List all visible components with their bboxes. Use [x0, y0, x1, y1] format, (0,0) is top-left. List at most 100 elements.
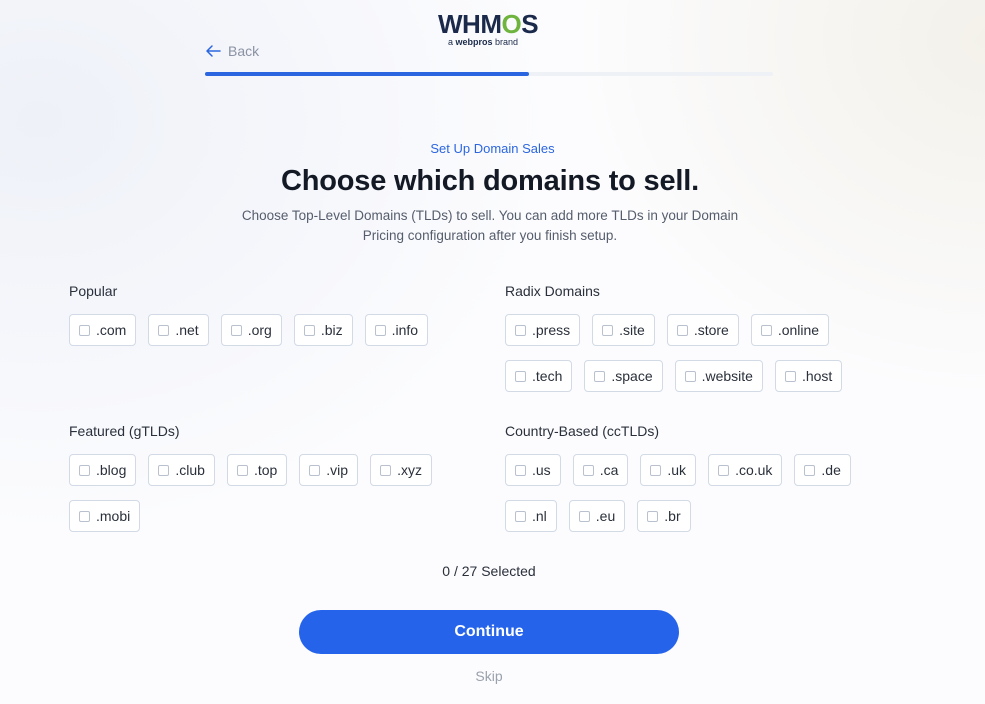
- tld-chip[interactable]: .blog: [69, 454, 137, 486]
- tld-label: .net: [175, 322, 199, 338]
- tld-label: .online: [777, 322, 820, 338]
- tld-chip[interactable]: .mobi: [69, 500, 141, 532]
- tld-label: .host: [801, 368, 833, 384]
- tld-chip[interactable]: .us: [505, 454, 561, 486]
- back-button[interactable]: Back: [205, 43, 259, 59]
- tld-chip[interactable]: .host: [774, 360, 843, 392]
- tld-chip[interactable]: .site: [592, 314, 655, 346]
- tld-label: .mobi: [96, 508, 131, 524]
- tld-chip[interactable]: .space: [584, 360, 663, 392]
- tld-chip[interactable]: .eu: [568, 500, 626, 532]
- tld-chip-list: .blog .club .top .vip .xyz .mobi: [69, 454, 469, 532]
- group-label: Country-Based (ccTLDs): [505, 423, 660, 439]
- tld-chip[interactable]: .ca: [572, 454, 629, 486]
- continue-button[interactable]: Continue: [299, 610, 679, 654]
- tld-label: .blog: [96, 462, 127, 478]
- checkbox[interactable]: [784, 370, 796, 382]
- group-label: Popular: [69, 283, 118, 299]
- checkbox[interactable]: [650, 464, 662, 476]
- tld-chip[interactable]: .top: [226, 454, 288, 486]
- checkbox[interactable]: [309, 464, 321, 476]
- tld-chip[interactable]: .net: [148, 314, 209, 346]
- tld-label: .com: [96, 322, 127, 338]
- tld-chip[interactable]: .club: [148, 454, 215, 486]
- gear-icon: O: [501, 9, 522, 39]
- tld-label: .us: [532, 462, 551, 478]
- group-country: Country-Based (ccTLDs) .us .ca .uk .co.uk .d…: [505, 423, 905, 532]
- tld-chip[interactable]: .tech: [505, 360, 573, 392]
- tld-chip[interactable]: .org: [220, 314, 282, 346]
- tld-label: .club: [175, 462, 205, 478]
- checkbox[interactable]: [79, 464, 90, 476]
- checkbox[interactable]: [515, 464, 526, 476]
- checkbox[interactable]: [515, 324, 526, 336]
- tld-chip[interactable]: .store: [666, 314, 739, 346]
- selection-count: 0 / 27 Selected: [442, 563, 536, 579]
- group-popular: Popular .com .net .org .biz .info: [69, 283, 469, 346]
- tld-label: .tech: [532, 368, 563, 384]
- tld-label: .vip: [326, 462, 349, 478]
- tld-chip[interactable]: .website: [674, 360, 763, 392]
- tld-label: .org: [247, 322, 272, 338]
- progress-fill: [205, 72, 529, 76]
- tld-label: .store: [693, 322, 729, 338]
- tld-label: .info: [391, 322, 419, 338]
- progress-bar: [205, 72, 773, 76]
- tld-chip[interactable]: .press: [505, 314, 581, 346]
- tld-chip[interactable]: .xyz: [370, 454, 432, 486]
- skip-link[interactable]: Skip: [0, 668, 978, 684]
- tld-label: .eu: [595, 508, 616, 524]
- checkbox[interactable]: [582, 464, 594, 476]
- checkbox[interactable]: [718, 464, 730, 476]
- group-label: Radix Domains: [505, 283, 600, 299]
- tld-chip-list: .com .net .org .biz .info: [69, 314, 469, 346]
- tld-chip[interactable]: .com: [69, 314, 137, 346]
- checkbox[interactable]: [236, 464, 248, 476]
- checkbox[interactable]: [594, 370, 606, 382]
- tld-chip[interactable]: .info: [364, 314, 429, 346]
- tld-chip[interactable]: .br: [637, 500, 691, 532]
- page-title: Choose which domains to sell.: [281, 165, 699, 197]
- logo-tagline: a webpros brand: [448, 37, 519, 47]
- tld-label: .uk: [667, 462, 687, 478]
- checkbox[interactable]: [676, 324, 688, 336]
- tld-chip[interactable]: .vip: [299, 454, 359, 486]
- tld-label: .space: [611, 368, 653, 384]
- tld-chip[interactable]: .online: [750, 314, 830, 346]
- whmcs-logo: WHMOS a webpros brand: [438, 10, 542, 50]
- back-label: Back: [228, 43, 260, 59]
- tld-label: .site: [619, 322, 645, 338]
- checkbox[interactable]: [79, 510, 90, 522]
- checkbox[interactable]: [760, 324, 772, 336]
- arrow-left-icon: [206, 45, 221, 57]
- tld-chip[interactable]: .uk: [640, 454, 697, 486]
- checkbox[interactable]: [380, 464, 392, 476]
- checkbox[interactable]: [804, 464, 816, 476]
- group-label: Featured (gTLDs): [69, 423, 180, 439]
- tld-chip[interactable]: .de: [794, 454, 851, 486]
- checkbox[interactable]: [578, 510, 590, 522]
- checkbox[interactable]: [602, 324, 614, 336]
- tld-label: .website: [701, 368, 753, 384]
- checkbox[interactable]: [79, 324, 90, 336]
- tld-label: .biz: [320, 322, 343, 338]
- tld-label: .de: [821, 462, 841, 478]
- page-description: Choose Top-Level Domains (TLDs) to sell.…: [241, 208, 739, 243]
- checkbox[interactable]: [230, 324, 242, 336]
- checkbox[interactable]: [374, 324, 386, 336]
- checkbox[interactable]: [303, 324, 315, 336]
- tld-chip[interactable]: .biz: [293, 314, 353, 346]
- checkbox[interactable]: [515, 510, 526, 522]
- checkbox[interactable]: [515, 370, 526, 382]
- tld-chip-list: .press .site .store .online .tech .space .webs…: [505, 314, 905, 392]
- tld-label: .br: [664, 508, 681, 524]
- group-radix: Radix Domains .press .site .store .online .t…: [505, 283, 905, 392]
- checkbox[interactable]: [158, 324, 170, 336]
- tld-chip[interactable]: .nl: [505, 500, 557, 532]
- checkbox[interactable]: [684, 370, 696, 382]
- tld-label: .press: [532, 322, 571, 338]
- checkbox[interactable]: [647, 510, 659, 522]
- tld-label: .ca: [599, 462, 619, 478]
- tld-chip[interactable]: .co.uk: [708, 454, 783, 486]
- checkbox[interactable]: [158, 464, 170, 476]
